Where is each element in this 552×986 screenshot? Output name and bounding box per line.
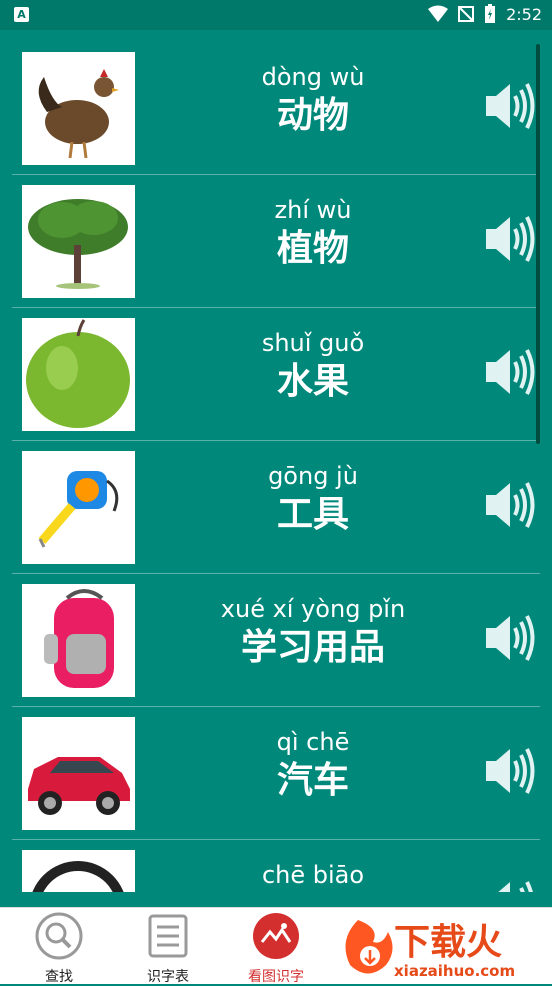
speaker-icon[interactable]: [484, 344, 536, 400]
apple-image: [22, 318, 135, 431]
picture-icon: [253, 913, 299, 959]
list-item[interactable]: dòng wù 动物: [12, 42, 540, 175]
watermark-url: xiazaihuo.com: [394, 962, 515, 980]
search-icon: [35, 912, 83, 960]
car-image: [22, 717, 135, 830]
rooster-image: [22, 52, 135, 165]
speaker-icon[interactable]: [484, 610, 536, 666]
hanzi-label: 植物: [276, 228, 349, 269]
tab-label: 查找: [45, 969, 73, 985]
speaker-icon[interactable]: [484, 211, 536, 267]
pinyin-label: xué xí yòng pǐn: [220, 595, 406, 623]
scrollbar[interactable]: [536, 44, 540, 444]
tree-image: [22, 185, 135, 298]
tab-character-list[interactable]: 识字表: [113, 912, 223, 986]
wifi-icon: [428, 5, 449, 22]
list-item[interactable]: xué xí yòng pǐn 学习用品: [12, 574, 540, 707]
speaker-icon[interactable]: [484, 876, 536, 892]
status-time: 2:52: [506, 4, 542, 24]
category-list[interactable]: dòng wù 动物 zhí wù 植物 shuǐ guǒ 水果 gōng jù…: [0, 42, 552, 892]
list-item[interactable]: gōng jù 工具: [12, 441, 540, 574]
steering-wheel-image: [22, 850, 135, 892]
hanzi-label: 汽车: [276, 760, 349, 801]
no-signal-icon: [458, 6, 475, 22]
status-bar: A 2:52: [0, 0, 552, 30]
hanzi-label: 水果: [276, 361, 349, 402]
speaker-icon[interactable]: [484, 743, 536, 799]
list-item[interactable]: qì chē 汽车: [12, 707, 540, 840]
pinyin-label: qì chē: [276, 728, 350, 756]
pinyin-label: zhí wù: [274, 196, 352, 224]
pinyin-label: shuǐ guǒ: [261, 329, 365, 357]
tab-search[interactable]: 查找: [4, 912, 114, 986]
watermark-brand: 下载火: [394, 922, 502, 963]
battery-icon: [485, 4, 496, 23]
tape-measure-image: [22, 451, 135, 564]
hanzi-label: 动物: [276, 95, 349, 136]
pinyin-label: chē biāo: [261, 861, 365, 889]
pinyin-label: gōng jù: [268, 462, 358, 490]
pinyin-label: dòng wù: [261, 63, 365, 91]
list-icon: [148, 914, 188, 958]
speaker-icon[interactable]: [484, 78, 536, 134]
watermark-logo: 下载火 xiazaihuo.com: [345, 920, 515, 980]
tab-label: 看图识字: [248, 969, 304, 985]
speaker-icon[interactable]: [484, 477, 536, 533]
backpack-image: [22, 584, 135, 697]
list-item[interactable]: chē biāo: [12, 840, 540, 892]
status-right: 2:52: [428, 4, 542, 24]
list-item[interactable]: shuǐ guǒ 水果: [12, 308, 540, 441]
hanzi-label: 工具: [276, 494, 349, 535]
hanzi-label: 学习用品: [240, 627, 385, 668]
tab-label: 识字表: [147, 969, 189, 985]
tab-picture-literacy[interactable]: 看图识字: [221, 912, 331, 986]
list-item[interactable]: zhí wù 植物: [12, 175, 540, 308]
app-notification-icon: A: [14, 7, 29, 22]
